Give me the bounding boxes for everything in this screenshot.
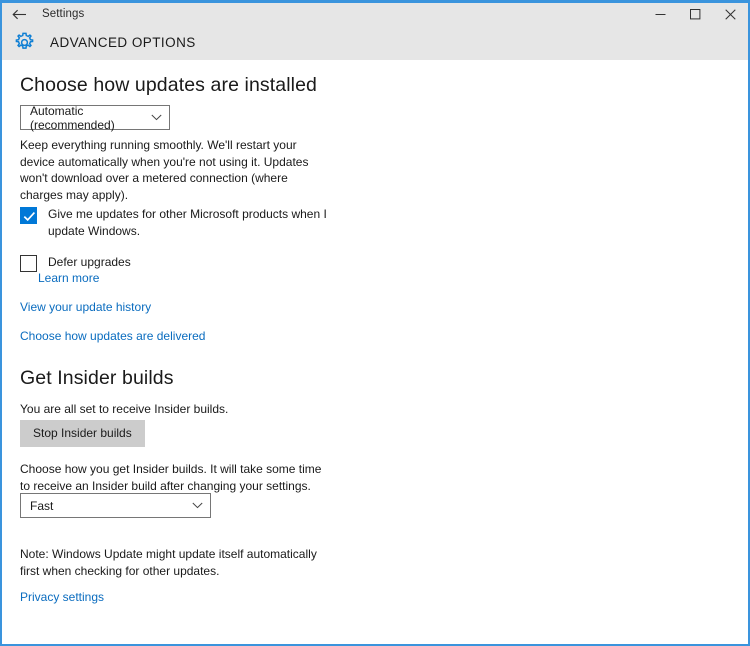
arrow-left-icon	[11, 9, 27, 20]
view-update-history-link[interactable]: View your update history	[20, 300, 151, 314]
chevron-down-icon	[151, 114, 162, 121]
chevron-down-icon	[192, 502, 203, 509]
back-button[interactable]	[2, 3, 36, 25]
insider-ring-value: Fast	[30, 498, 54, 513]
close-button[interactable]	[713, 3, 748, 25]
install-mode-dropdown[interactable]: Automatic (recommended)	[20, 103, 170, 132]
insider-section-heading: Get Insider builds	[20, 367, 174, 389]
gear-icon	[8, 32, 40, 53]
minimize-icon	[655, 9, 666, 20]
maximize-button[interactable]	[678, 3, 713, 25]
microsoft-products-checkbox[interactable]	[20, 207, 37, 224]
app-title: Settings	[42, 8, 85, 20]
microsoft-products-checkbox-label: Give me updates for other Microsoft prod…	[48, 207, 327, 238]
insider-ring-description: Choose how you get Insider builds. It wi…	[20, 462, 322, 493]
insider-status-text: You are all set to receive Insider build…	[20, 402, 229, 416]
updates-description: Keep everything running smoothly. We'll …	[20, 138, 309, 202]
learn-more-link[interactable]: Learn more	[38, 271, 99, 285]
title-bar: Settings	[2, 3, 748, 25]
minimize-button[interactable]	[643, 3, 678, 25]
close-icon	[725, 8, 736, 20]
settings-window: Settings ADVANCED OPTIONS Choose how upd…	[0, 0, 750, 646]
window-controls	[643, 3, 748, 25]
footer-note: Note: Windows Update might update itself…	[20, 547, 317, 578]
maximize-icon	[690, 8, 701, 20]
install-mode-value: Automatic (recommended)	[30, 103, 115, 132]
defer-upgrades-checkbox-label: Defer upgrades	[48, 255, 131, 269]
settings-content: Choose how updates are installed Automat…	[2, 60, 748, 644]
updates-section-heading: Choose how updates are installed	[20, 74, 317, 96]
stop-insider-builds-button[interactable]: Stop Insider builds	[20, 420, 145, 447]
defer-upgrades-checkbox-row[interactable]: Defer upgrades	[20, 254, 131, 272]
page-title: ADVANCED OPTIONS	[50, 35, 196, 50]
microsoft-products-checkbox-row[interactable]: Give me updates for other Microsoft prod…	[20, 206, 338, 239]
page-header: ADVANCED OPTIONS	[2, 25, 748, 60]
privacy-settings-link[interactable]: Privacy settings	[20, 590, 104, 604]
choose-delivery-link[interactable]: Choose how updates are delivered	[20, 329, 205, 343]
insider-ring-dropdown[interactable]: Fast	[20, 493, 211, 518]
defer-upgrades-checkbox[interactable]	[20, 255, 37, 272]
